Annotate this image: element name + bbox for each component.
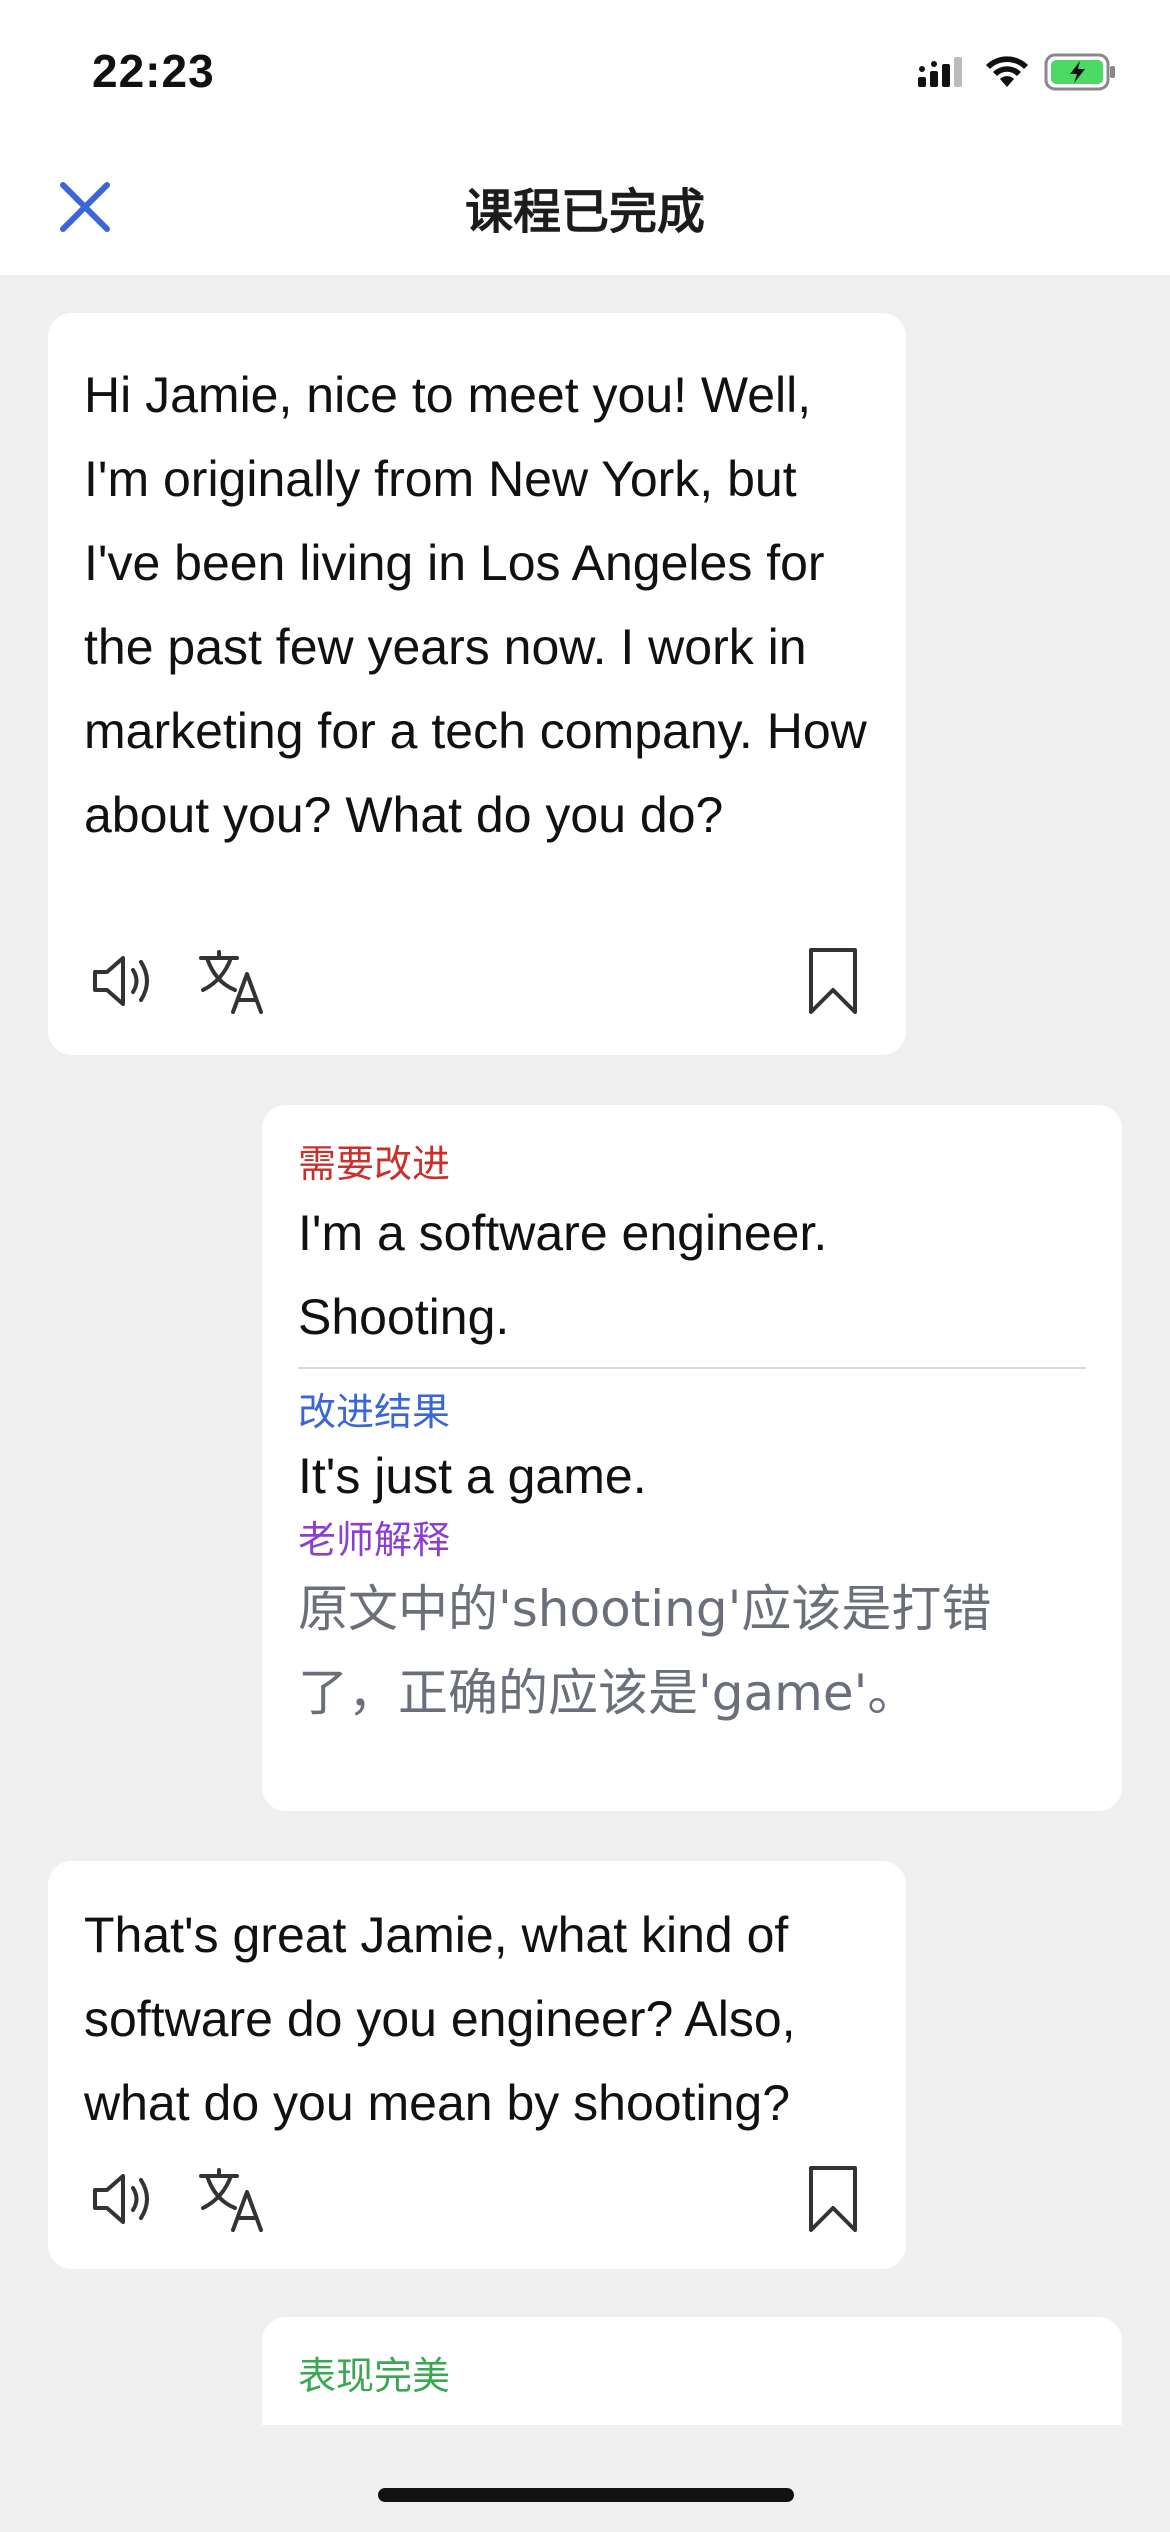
nav-bar: 课程已完成 <box>0 150 1170 275</box>
needs-improvement-label: 需要改进 <box>298 1142 451 1186</box>
conversation-list[interactable]: Hi Jamie, nice to meet you! Well, I'm or… <box>0 275 1170 2425</box>
speaker-icon <box>91 952 157 1014</box>
teacher-explanation-text: 原文中的'shooting'应该是打错了，正确的应该是'game'。 <box>298 1580 992 1722</box>
bookmark-button[interactable] <box>798 943 868 1023</box>
bookmark-icon <box>807 946 859 1020</box>
translate-button[interactable] <box>192 2161 272 2241</box>
cellular-signal-icon <box>918 55 970 93</box>
translate-icon <box>197 2166 267 2236</box>
home-indicator[interactable] <box>378 2488 794 2502</box>
status-time: 22:23 <box>92 45 215 97</box>
wifi-icon <box>984 55 1030 93</box>
feedback-content: 需要改进 I'm a software engineer. Shooting. … <box>298 1137 1086 1735</box>
perfect-performance-label: 表现完美 <box>298 2354 451 2398</box>
user-feedback-card: 表现完美 <box>262 2317 1122 2425</box>
divider <box>298 1367 1086 1369</box>
bookmark-button[interactable] <box>798 2161 868 2241</box>
improved-result-label: 改进结果 <box>298 1390 451 1434</box>
message-actions <box>48 943 906 1023</box>
play-audio-button[interactable] <box>84 943 164 1023</box>
speaker-icon <box>91 2170 157 2232</box>
translate-button[interactable] <box>192 943 272 1023</box>
status-icons <box>918 50 1118 98</box>
teacher-explanation-label: 老师解释 <box>298 1518 451 1562</box>
ai-message-card: That's great Jamie, what kind of softwar… <box>48 1861 906 2269</box>
status-bar: 22:23 <box>0 0 1170 150</box>
battery-charging-icon <box>1044 52 1118 96</box>
bookmark-icon <box>807 2164 859 2238</box>
message-actions <box>48 2161 906 2241</box>
improved-text: It's just a game. <box>298 1448 647 1504</box>
page-title: 课程已完成 <box>464 184 705 240</box>
user-feedback-card: 需要改进 I'm a software engineer. Shooting. … <box>262 1105 1122 1811</box>
original-text: I'm a software engineer. Shooting. <box>298 1205 828 1345</box>
message-text: That's great Jamie, what kind of softwar… <box>84 1907 796 2131</box>
ai-message-card: Hi Jamie, nice to meet you! Well, I'm or… <box>48 313 906 1055</box>
play-audio-button[interactable] <box>84 2161 164 2241</box>
message-text: Hi Jamie, nice to meet you! Well, I'm or… <box>84 367 867 843</box>
translate-icon <box>197 948 267 1018</box>
